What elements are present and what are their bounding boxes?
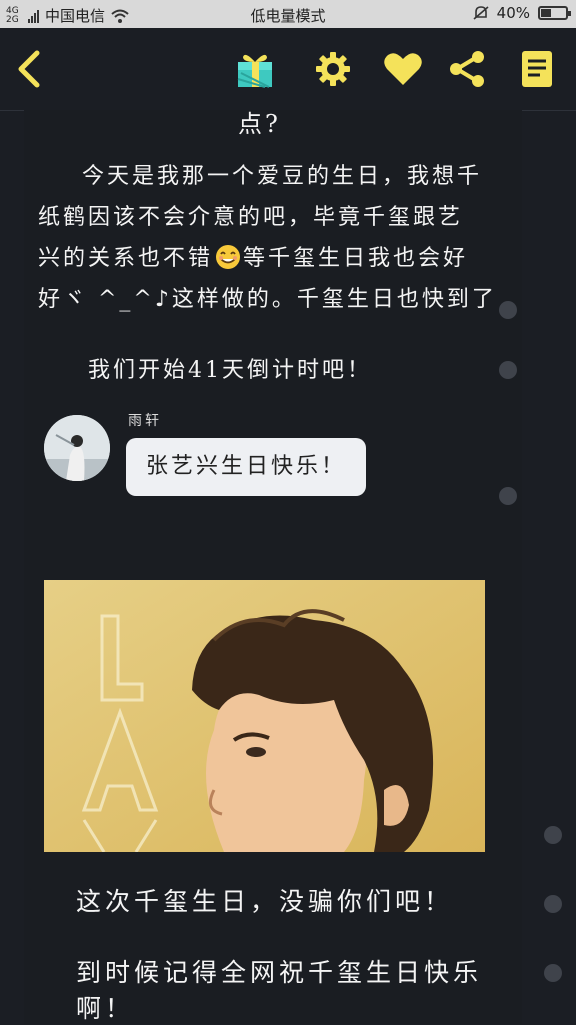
paragraph-marker[interactable] [544,826,562,844]
paragraph-1: 今天是我那一个爱豆的生日，我想千 [82,164,483,189]
share-button[interactable] [444,46,490,92]
back-button[interactable] [6,46,52,92]
battery-percent: 40% [496,4,530,22]
notes-button[interactable] [514,46,560,92]
bottom-line-2: 到时候记得全网祝千玺生日快乐啊！ [76,958,483,1023]
paragraph-marker[interactable] [499,487,517,505]
avatar[interactable] [44,415,110,481]
paragraph-marker[interactable] [544,964,562,982]
paragraph-marker[interactable] [544,895,562,913]
heart-icon [384,53,422,85]
gift-icon [237,54,272,88]
avatar-image [44,415,110,481]
share-icon [450,51,484,87]
message-bubble: 张艺兴生日快乐！ [126,438,367,496]
battery-fill [541,9,551,17]
settings-icon [316,52,350,86]
bottom-line-1: 这次千玺生日，没骗你们吧！ [76,887,454,916]
portrait-image [44,580,485,852]
paragraph-1-line-4: 好ヾ ^_^♪这样做的。千玺生日也快到了 [38,287,497,312]
reader-toolbar [0,28,576,111]
back-icon [18,50,40,88]
paragraph-1-line-2: 纸鹤因该不会介意的吧，毕竟千玺跟艺 [38,205,464,230]
paragraph-2: 我们开始41天倒计时吧！ [88,358,372,383]
battery-icon [538,6,571,20]
article-content: 点? 今天是我那一个爱豆的生日，我想千 纸鹤因该不会介意的吧，毕竟千玺跟艺 兴的… [24,110,522,1024]
gift-button[interactable] [232,46,278,92]
paragraph-1-line-3: 兴的关系也不错 等千玺生日我也会好 [38,245,469,271]
message-sender: 雨轩 [128,413,162,429]
paragraph-marker[interactable] [499,361,517,379]
smile-emoji-icon [216,245,241,269]
notes-icon [522,51,552,87]
title-tail: 点? [238,110,281,138]
mute-icon [473,6,489,20]
article-photo[interactable] [44,580,485,852]
paragraph-marker[interactable] [499,301,517,319]
favorite-button[interactable] [380,46,426,92]
settings-button[interactable] [310,46,356,92]
status-bar: 4G 2G 中国电信 低电量模式 40% [0,0,576,28]
